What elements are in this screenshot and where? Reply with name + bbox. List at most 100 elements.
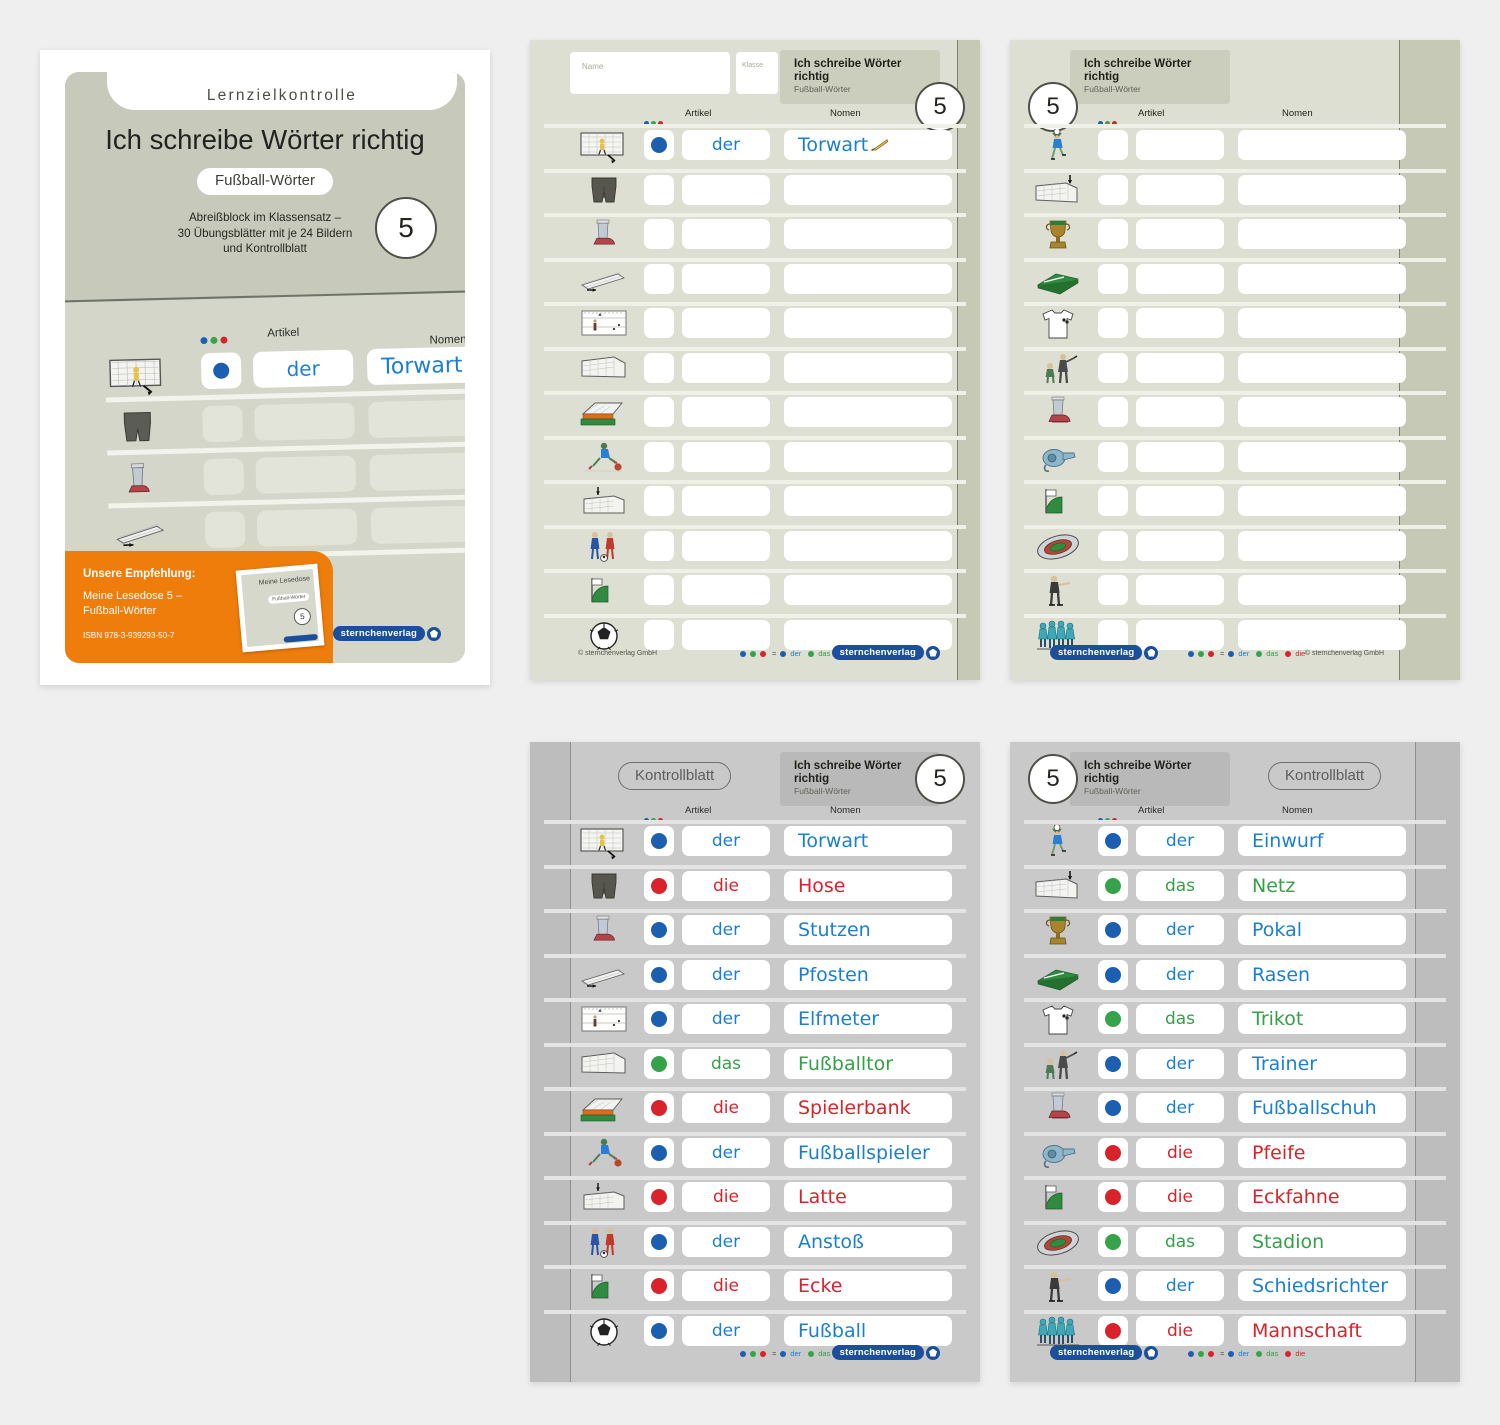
gender-dot-cell[interactable]	[1098, 1048, 1128, 1079]
gender-dot-cell[interactable]	[1098, 870, 1128, 901]
gender-dot-cell[interactable]	[1098, 530, 1128, 561]
gender-dot-cell[interactable]	[644, 915, 674, 945]
gender-dot-cell[interactable]	[644, 441, 674, 472]
nomen-cell[interactable]: Ecke	[784, 1271, 952, 1301]
nomen-cell[interactable]: Stadion	[1238, 1226, 1406, 1257]
name-input[interactable]: Name	[570, 52, 730, 94]
artikel-cell[interactable]	[1136, 130, 1224, 160]
gender-dot-cell[interactable]	[644, 1093, 674, 1123]
artikel-cell[interactable]: das	[1136, 1226, 1224, 1257]
gender-dot-cell[interactable]	[644, 959, 674, 990]
artikel-cell[interactable]	[1136, 263, 1224, 294]
nomen-cell[interactable]: Trainer	[1238, 1048, 1406, 1079]
nomen-cell[interactable]	[1238, 575, 1406, 605]
artikel-cell[interactable]: das	[1136, 1004, 1224, 1034]
artikel-cell[interactable]: die	[1136, 1315, 1224, 1346]
nomen-cell[interactable]: Fußball	[784, 1315, 952, 1346]
gender-dot-cell[interactable]	[1098, 1226, 1128, 1257]
gender-dot-cell[interactable]	[1098, 397, 1128, 427]
nomen-cell[interactable]	[784, 486, 952, 516]
artikel-cell[interactable]	[682, 219, 770, 249]
artikel-cell[interactable]	[682, 397, 770, 427]
artikel-cell[interactable]	[1136, 530, 1224, 561]
nomen-cell[interactable]: Pfosten	[784, 959, 952, 990]
gender-dot-cell[interactable]	[1098, 959, 1128, 990]
gender-dot-cell[interactable]	[1098, 174, 1128, 205]
nomen-cell[interactable]	[1238, 441, 1406, 472]
nomen-cell[interactable]	[1238, 308, 1406, 338]
gender-dot-cell[interactable]	[644, 1182, 674, 1212]
nomen-cell[interactable]	[1238, 530, 1406, 561]
nomen-cell[interactable]: Netz	[1238, 870, 1406, 901]
artikel-cell[interactable]: die	[682, 1093, 770, 1123]
nomen-cell[interactable]	[1238, 219, 1406, 249]
gender-dot-cell[interactable]	[644, 263, 674, 294]
nomen-cell[interactable]	[784, 352, 952, 383]
klasse-input[interactable]: Klasse	[736, 52, 778, 94]
artikel-cell[interactable]: der	[682, 1315, 770, 1346]
artikel-cell[interactable]: das	[682, 1048, 770, 1079]
artikel-cell[interactable]	[682, 575, 770, 605]
artikel-cell[interactable]: der	[1136, 826, 1224, 856]
artikel-cell[interactable]: der	[682, 130, 770, 160]
gender-dot-cell[interactable]	[1098, 1093, 1128, 1123]
nomen-cell[interactable]: Torwart	[784, 826, 952, 856]
nomen-cell[interactable]: Stutzen	[784, 915, 952, 945]
gender-dot-cell[interactable]	[644, 870, 674, 901]
artikel-cell[interactable]: die	[682, 1271, 770, 1301]
gender-dot-cell[interactable]	[1098, 308, 1128, 338]
gender-dot-cell[interactable]	[644, 530, 674, 561]
artikel-cell[interactable]	[682, 263, 770, 294]
nomen-cell[interactable]: Trikot	[1238, 1004, 1406, 1034]
artikel-cell[interactable]: der	[682, 915, 770, 945]
gender-dot-cell[interactable]	[1098, 130, 1128, 160]
gender-dot-cell[interactable]	[644, 575, 674, 605]
gender-dot-cell[interactable]	[644, 1137, 674, 1168]
artikel-cell[interactable]	[1136, 219, 1224, 249]
gender-dot-cell[interactable]	[644, 1004, 674, 1034]
gender-dot-cell[interactable]	[1098, 826, 1128, 856]
gender-dot-cell[interactable]	[1098, 1271, 1128, 1301]
artikel-cell[interactable]	[1136, 174, 1224, 205]
artikel-cell[interactable]	[1136, 441, 1224, 472]
nomen-cell[interactable]: Hose	[784, 870, 952, 901]
nomen-cell[interactable]: Pokal	[1238, 915, 1406, 945]
nomen-cell[interactable]	[784, 530, 952, 561]
artikel-cell[interactable]	[1136, 486, 1224, 516]
gender-dot-cell[interactable]	[1098, 1004, 1128, 1034]
nomen-cell[interactable]	[1238, 174, 1406, 205]
artikel-cell[interactable]	[682, 352, 770, 383]
artikel-cell[interactable]: der	[1136, 915, 1224, 945]
artikel-cell[interactable]: der	[682, 1004, 770, 1034]
artikel-cell[interactable]: der	[682, 959, 770, 990]
gender-dot-cell[interactable]	[1098, 1137, 1128, 1168]
gender-dot-cell[interactable]	[1098, 1182, 1128, 1212]
artikel-cell[interactable]: das	[1136, 870, 1224, 901]
gender-dot-cell[interactable]	[1098, 441, 1128, 472]
nomen-cell[interactable]	[784, 397, 952, 427]
nomen-cell[interactable]	[784, 441, 952, 472]
nomen-cell[interactable]	[1238, 263, 1406, 294]
gender-dot-cell[interactable]	[644, 486, 674, 516]
nomen-cell[interactable]: Einwurf	[1238, 826, 1406, 856]
nomen-cell[interactable]	[1238, 352, 1406, 383]
artikel-cell[interactable]: die	[682, 1182, 770, 1212]
artikel-cell[interactable]: der	[1136, 959, 1224, 990]
nomen-cell[interactable]: Pfeife	[1238, 1137, 1406, 1168]
nomen-cell[interactable]: Torwart	[784, 130, 952, 160]
gender-dot-cell[interactable]	[1098, 486, 1128, 516]
artikel-cell[interactable]: der	[682, 1226, 770, 1257]
gender-dot-cell[interactable]	[644, 130, 674, 160]
nomen-cell[interactable]	[784, 219, 952, 249]
nomen-cell[interactable]: Mannschaft	[1238, 1315, 1406, 1346]
artikel-cell[interactable]: die	[1136, 1137, 1224, 1168]
gender-dot-cell[interactable]	[644, 1315, 674, 1346]
nomen-cell[interactable]: Schiedsrichter	[1238, 1271, 1406, 1301]
artikel-cell[interactable]: der	[682, 826, 770, 856]
nomen-cell[interactable]: Latte	[784, 1182, 952, 1212]
artikel-cell[interactable]	[1136, 397, 1224, 427]
artikel-cell[interactable]	[682, 441, 770, 472]
artikel-cell[interactable]: der	[1136, 1271, 1224, 1301]
artikel-cell[interactable]	[682, 174, 770, 205]
gender-dot-cell[interactable]	[644, 397, 674, 427]
